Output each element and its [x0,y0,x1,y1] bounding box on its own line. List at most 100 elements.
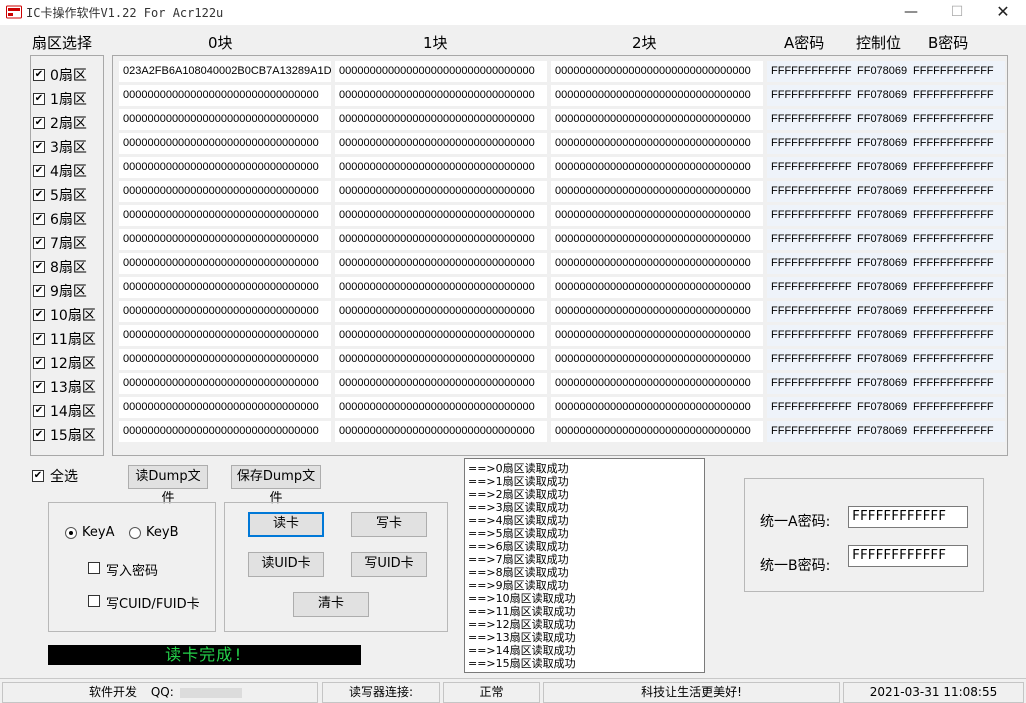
block1-cell[interactable]: 00000000000000000000000000000000 [335,277,547,298]
control-bits-cell[interactable]: FF078069 [853,421,909,442]
block1-cell[interactable]: 00000000000000000000000000000000 [335,373,547,394]
key-b-cell[interactable]: FFFFFFFFFFFF [909,325,1005,346]
key-a-cell[interactable]: FFFFFFFFFFFF [767,85,853,106]
control-bits-cell[interactable]: FF078069 [853,109,909,130]
block0-cell[interactable]: 00000000000000000000000000000000 [119,229,331,250]
key-b-cell[interactable]: FFFFFFFFFFFF [909,349,1005,370]
block2-cell[interactable]: 00000000000000000000000000000000 [551,229,763,250]
block2-cell[interactable]: 00000000000000000000000000000000 [551,301,763,322]
block1-cell[interactable]: 00000000000000000000000000000000 [335,157,547,178]
sector-checkbox-1[interactable]: ✔ 1扇区 [33,89,87,109]
sector-checkbox-0[interactable]: ✔ 0扇区 [33,65,87,85]
block2-cell[interactable]: 00000000000000000000000000000000 [551,109,763,130]
block1-cell[interactable]: 00000000000000000000000000000000 [335,133,547,154]
block1-cell[interactable]: 00000000000000000000000000000000 [335,229,547,250]
key-b-cell[interactable]: FFFFFFFFFFFF [909,277,1005,298]
control-bits-cell[interactable]: FF078069 [853,301,909,322]
block2-cell[interactable]: 00000000000000000000000000000000 [551,205,763,226]
control-bits-cell[interactable]: FF078069 [853,157,909,178]
block0-cell[interactable]: 00000000000000000000000000000000 [119,205,331,226]
control-bits-cell[interactable]: FF078069 [853,229,909,250]
key-a-cell[interactable]: FFFFFFFFFFFF [767,157,853,178]
checkbox-box[interactable]: ✔ [33,189,45,201]
checkbox-box[interactable]: ✔ [33,357,45,369]
block2-cell[interactable]: 00000000000000000000000000000000 [551,181,763,202]
key-a-cell[interactable]: FFFFFFFFFFFF [767,253,853,274]
write-uid-button[interactable]: 写UID卡 [351,552,427,577]
key-a-cell[interactable]: FFFFFFFFFFFF [767,109,853,130]
block2-cell[interactable]: 00000000000000000000000000000000 [551,277,763,298]
checkbox-box[interactable]: ✔ [33,429,45,441]
sector-checkbox-15[interactable]: ✔ 15扇区 [33,425,96,445]
control-bits-cell[interactable]: FF078069 [853,325,909,346]
control-bits-cell[interactable]: FF078069 [853,61,909,82]
block0-cell[interactable]: 023A2FB6A108040002B0CB7A13289A1D [119,61,331,82]
block1-cell[interactable]: 00000000000000000000000000000000 [335,181,547,202]
key-a-cell[interactable]: FFFFFFFFFFFF [767,277,853,298]
key-a-cell[interactable]: FFFFFFFFFFFF [767,421,853,442]
key-b-cell[interactable]: FFFFFFFFFFFF [909,181,1005,202]
block2-cell[interactable]: 00000000000000000000000000000000 [551,325,763,346]
block1-cell[interactable]: 00000000000000000000000000000000 [335,397,547,418]
write-card-button[interactable]: 写卡 [351,512,427,537]
clear-card-button[interactable]: 清卡 [293,592,369,617]
read-dump-button[interactable]: 读Dump文件 [128,465,208,506]
sector-checkbox-9[interactable]: ✔ 9扇区 [33,281,87,301]
checkbox-box[interactable]: ✔ [33,333,45,345]
maximize-button[interactable]: ☐ [934,0,980,25]
block0-cell[interactable]: 00000000000000000000000000000000 [119,301,331,322]
read-card-button[interactable]: 读卡 [248,512,324,537]
sector-checkbox-10[interactable]: ✔ 10扇区 [33,305,96,325]
key-b-cell[interactable]: FFFFFFFFFFFF [909,85,1005,106]
close-button[interactable]: ✕ [980,0,1026,25]
control-bits-cell[interactable]: FF078069 [853,181,909,202]
key-b-cell[interactable]: FFFFFFFFFFFF [909,133,1005,154]
block1-cell[interactable]: 00000000000000000000000000000000 [335,109,547,130]
block2-cell[interactable]: 00000000000000000000000000000000 [551,373,763,394]
write-cuid-checkbox[interactable] [88,595,100,607]
block1-cell[interactable]: 00000000000000000000000000000000 [335,349,547,370]
block1-cell[interactable]: 00000000000000000000000000000000 [335,61,547,82]
block0-cell[interactable]: 00000000000000000000000000000000 [119,253,331,274]
block0-cell[interactable]: 00000000000000000000000000000000 [119,157,331,178]
checkbox-box[interactable]: ✔ [32,470,44,482]
block0-cell[interactable]: 00000000000000000000000000000000 [119,325,331,346]
block1-cell[interactable]: 00000000000000000000000000000000 [335,301,547,322]
checkbox-box[interactable]: ✔ [33,309,45,321]
key-a-cell[interactable]: FFFFFFFFFFFF [767,229,853,250]
block2-cell[interactable]: 00000000000000000000000000000000 [551,157,763,178]
sector-checkbox-7[interactable]: ✔ 7扇区 [33,233,87,253]
unified-key-a-field[interactable]: FFFFFFFFFFFF [848,506,968,528]
minimize-button[interactable]: — [888,0,934,25]
block2-cell[interactable]: 00000000000000000000000000000000 [551,61,763,82]
sector-checkbox-8[interactable]: ✔ 8扇区 [33,257,87,277]
control-bits-cell[interactable]: FF078069 [853,253,909,274]
sector-checkbox-4[interactable]: ✔ 4扇区 [33,161,87,181]
block0-cell[interactable]: 00000000000000000000000000000000 [119,349,331,370]
checkbox-box[interactable]: ✔ [33,237,45,249]
control-bits-cell[interactable]: FF078069 [853,373,909,394]
control-bits-cell[interactable]: FF078069 [853,349,909,370]
block0-cell[interactable]: 00000000000000000000000000000000 [119,373,331,394]
control-bits-cell[interactable]: FF078069 [853,397,909,418]
block2-cell[interactable]: 00000000000000000000000000000000 [551,85,763,106]
block2-cell[interactable]: 00000000000000000000000000000000 [551,133,763,154]
read-uid-button[interactable]: 读UID卡 [248,552,324,577]
key-b-cell[interactable]: FFFFFFFFFFFF [909,373,1005,394]
key-a-cell[interactable]: FFFFFFFFFFFF [767,133,853,154]
key-a-cell[interactable]: FFFFFFFFFFFF [767,373,853,394]
block2-cell[interactable]: 00000000000000000000000000000000 [551,253,763,274]
control-bits-cell[interactable]: FF078069 [853,85,909,106]
save-dump-button[interactable]: 保存Dump文件 [231,465,321,506]
key-b-cell[interactable]: FFFFFFFFFFFF [909,109,1005,130]
block0-cell[interactable]: 00000000000000000000000000000000 [119,133,331,154]
block0-cell[interactable]: 00000000000000000000000000000000 [119,85,331,106]
key-a-cell[interactable]: FFFFFFFFFFFF [767,325,853,346]
key-a-cell[interactable]: FFFFFFFFFFFF [767,61,853,82]
key-b-radio[interactable] [129,527,141,539]
control-bits-cell[interactable]: FF078069 [853,277,909,298]
key-b-cell[interactable]: FFFFFFFFFFFF [909,205,1005,226]
operation-log[interactable]: ==>0扇区读取成功 ==>1扇区读取成功 ==>2扇区读取成功 ==>3扇区读取成功… [464,458,705,673]
sector-checkbox-5[interactable]: ✔ 5扇区 [33,185,87,205]
checkbox-box[interactable]: ✔ [33,93,45,105]
